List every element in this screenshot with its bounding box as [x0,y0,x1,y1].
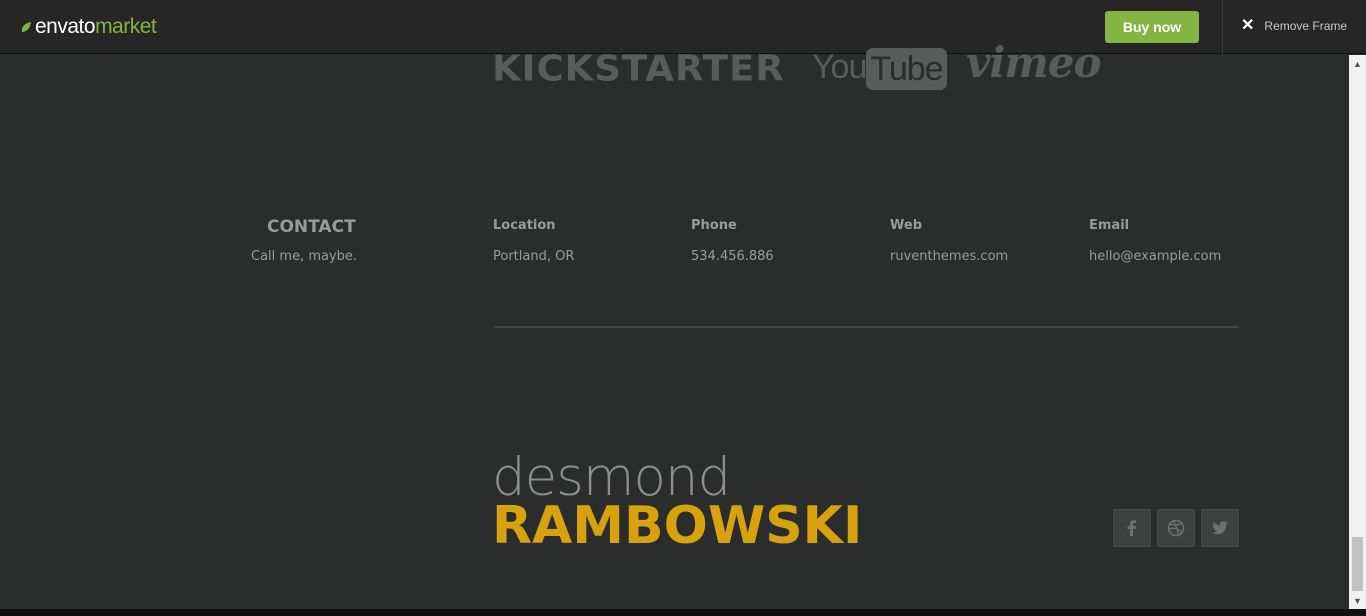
youtube-tube: Tube [866,48,947,90]
remove-frame-label: Remove Frame [1264,19,1348,33]
topbar-divider [1222,0,1223,54]
section-divider [493,326,1239,328]
location-value: Portland, OR [493,249,575,264]
dribbble-icon [1167,519,1185,537]
scroll-thumb[interactable] [1352,537,1363,591]
email-label: Email [1089,218,1130,233]
facebook-button[interactable] [1113,509,1151,547]
youtube-logo: You Tube [812,48,947,90]
contact-web: Web ruventhemes.com [890,218,1008,264]
location-label: Location [493,218,556,233]
twitter-icon [1212,521,1228,535]
close-icon: ✕ [1241,17,1255,34]
contact-location: Location Portland, OR [493,218,574,264]
contact-subtitle: Call me, maybe. [251,249,358,264]
youtube-you: You [812,48,867,86]
facebook-icon [1127,520,1136,536]
phone-value[interactable]: 534.456.886 [691,249,774,264]
kickstarter-logo: KICKSTARTER [492,48,785,89]
buy-now-button[interactable]: Buy now [1105,11,1199,43]
brand-envato: envato [35,15,96,38]
leaf-icon [21,22,31,32]
envato-market-logo[interactable]: envato market [20,15,157,39]
contact-heading: CONTACT [267,217,356,237]
phone-label: Phone [691,218,737,233]
email-link[interactable]: hello@example.com [1089,249,1221,264]
vimeo-logo: vimeo [966,38,1102,87]
page-scrollbar[interactable]: ▲ ▼ [1349,55,1366,609]
contact-email: Email hello@example.com [1089,218,1221,264]
scroll-up-icon[interactable]: ▲ [1349,55,1366,72]
web-link[interactable]: ruventhemes.com [890,249,1008,264]
contact-phone: Phone 534.456.886 [691,218,774,264]
name-last: RAMBOWSKI [492,496,863,556]
bottom-edge [0,609,1366,616]
twitter-button[interactable] [1201,509,1239,547]
remove-frame-button[interactable]: ✕ Remove Frame [1241,18,1347,34]
scroll-down-icon[interactable]: ▼ [1349,592,1366,609]
envato-topbar: envato market Buy now ✕ Remove Frame [0,0,1366,54]
dribbble-button[interactable] [1157,509,1195,547]
web-label: Web [890,218,922,233]
brand-market: market [95,15,157,38]
